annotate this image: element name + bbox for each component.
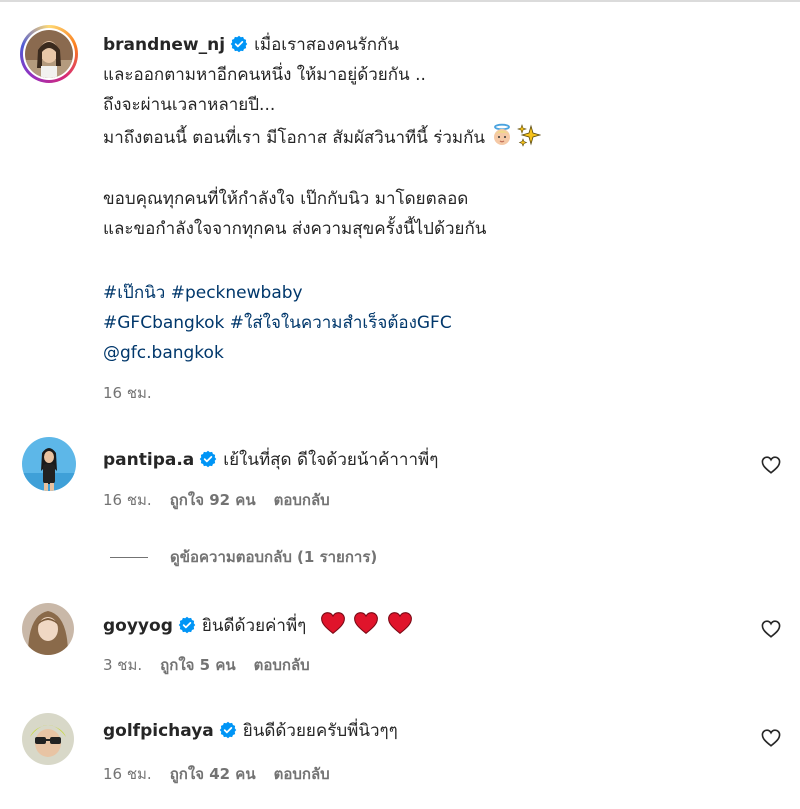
- verified-badge-icon: [219, 721, 237, 746]
- red-heart-emoji-icon: [353, 611, 379, 642]
- top-divider: [0, 0, 800, 2]
- hashtag-link[interactable]: #GFCbangkok #ใส่ใจในความสำเร็จต้องGFC: [103, 311, 452, 335]
- like-count[interactable]: ถูกใจ 5 คน: [160, 656, 235, 674]
- like-count[interactable]: ถูกใจ 42 คน: [170, 765, 256, 783]
- caption-line: มาถึงตอนนี้ ตอนที่เรา มีโอกาส สัมผัสวินา…: [103, 123, 542, 154]
- like-count[interactable]: ถูกใจ 92 คน: [170, 491, 256, 509]
- comment-username[interactable]: goyyog: [103, 616, 173, 636]
- reply-button[interactable]: ตอบกลับ: [274, 765, 330, 783]
- red-heart-emoji-icon: [320, 611, 346, 642]
- comment-text: ยินดีด้วยยครับพี่นิวๆๆ: [242, 721, 398, 741]
- comment-line: goyyog ยินดีด้วยค่าพี่ๆ: [103, 611, 413, 642]
- comment-time[interactable]: 16 ชม.: [103, 491, 152, 509]
- like-heart-icon[interactable]: [761, 620, 781, 642]
- comment-line: pantipa.a เย้ในที่สุด ดีใจด้วยน้าค้าาาพี่…: [103, 448, 438, 475]
- avatar[interactable]: [22, 713, 74, 765]
- caption-text: ถึงจะผ่านเวลาหลายปี...: [103, 95, 276, 115]
- reply-button[interactable]: ตอบกลับ: [254, 656, 310, 674]
- story-ring[interactable]: [20, 25, 78, 83]
- sparkles-emoji-icon: [517, 123, 542, 154]
- hashtag-link[interactable]: #เป๊กนิว #pecknewbaby: [103, 281, 303, 305]
- caption-text: มาถึงตอนนี้ ตอนที่เรา มีโอกาส สัมผัสวินา…: [103, 128, 486, 148]
- replies-divider: [110, 557, 148, 558]
- comment-username[interactable]: pantipa.a: [103, 450, 194, 470]
- like-heart-icon[interactable]: [761, 729, 781, 751]
- verified-badge-icon: [178, 616, 196, 641]
- like-heart-icon[interactable]: [761, 456, 781, 478]
- avatar[interactable]: [22, 603, 74, 655]
- view-replies-button[interactable]: ดูข้อความตอบกลับ (1 รายการ): [110, 545, 377, 569]
- comment-meta: 16 ชม. ถูกใจ 92 คน ตอบกลับ: [103, 488, 348, 512]
- post-time[interactable]: 16 ชม.: [103, 384, 152, 402]
- caption-text: ขอบคุณทุกคนที่ให้กำลังใจ เป๊กกับนิว มาโด…: [103, 189, 469, 209]
- post-username[interactable]: brandnew_nj: [103, 35, 225, 55]
- comment-meta: 16 ชม. ถูกใจ 42 คน ตอบกลับ: [103, 762, 348, 786]
- comment-username[interactable]: golfpichaya: [103, 721, 214, 741]
- avatar[interactable]: [25, 30, 73, 78]
- comment-text: เย้ในที่สุด ดีใจด้วยน้าค้าาาพี่ๆ: [223, 450, 439, 470]
- comment-time[interactable]: 3 ชม.: [103, 656, 142, 674]
- baby-angel-emoji-icon: [490, 123, 514, 154]
- comment-meta: 3 ชม. ถูกใจ 5 คน ตอบกลับ: [103, 653, 328, 677]
- post-timestamp: 16 ชม.: [103, 381, 170, 405]
- caption-text: และออกตามหาอีกคนหนึ่ง ให้มาอยู่ด้วยกัน .…: [103, 65, 426, 85]
- reply-button[interactable]: ตอบกลับ: [274, 491, 330, 509]
- comment-line: golfpichaya ยินดีด้วยยครับพี่นิวๆๆ: [103, 719, 398, 746]
- red-heart-emoji-icon: [387, 611, 413, 642]
- view-replies-label: ดูข้อความตอบกลับ (1 รายการ): [170, 548, 378, 566]
- avatar[interactable]: [22, 437, 76, 491]
- caption-text: และขอกำลังใจจากทุกคน ส่งความสุขครั้งนี้ไ…: [103, 219, 487, 239]
- caption-text: เมื่อเราสองคนรักกัน: [254, 35, 400, 55]
- verified-badge-icon: [230, 35, 248, 60]
- comment-text: ยินดีด้วยค่าพี่ๆ: [201, 616, 307, 636]
- verified-badge-icon: [199, 450, 217, 475]
- mention-link[interactable]: @gfc.bangkok: [103, 341, 224, 365]
- caption-line: brandnew_nj เมื่อเราสองคนรักกัน: [103, 33, 399, 60]
- comment-time[interactable]: 16 ชม.: [103, 765, 152, 783]
